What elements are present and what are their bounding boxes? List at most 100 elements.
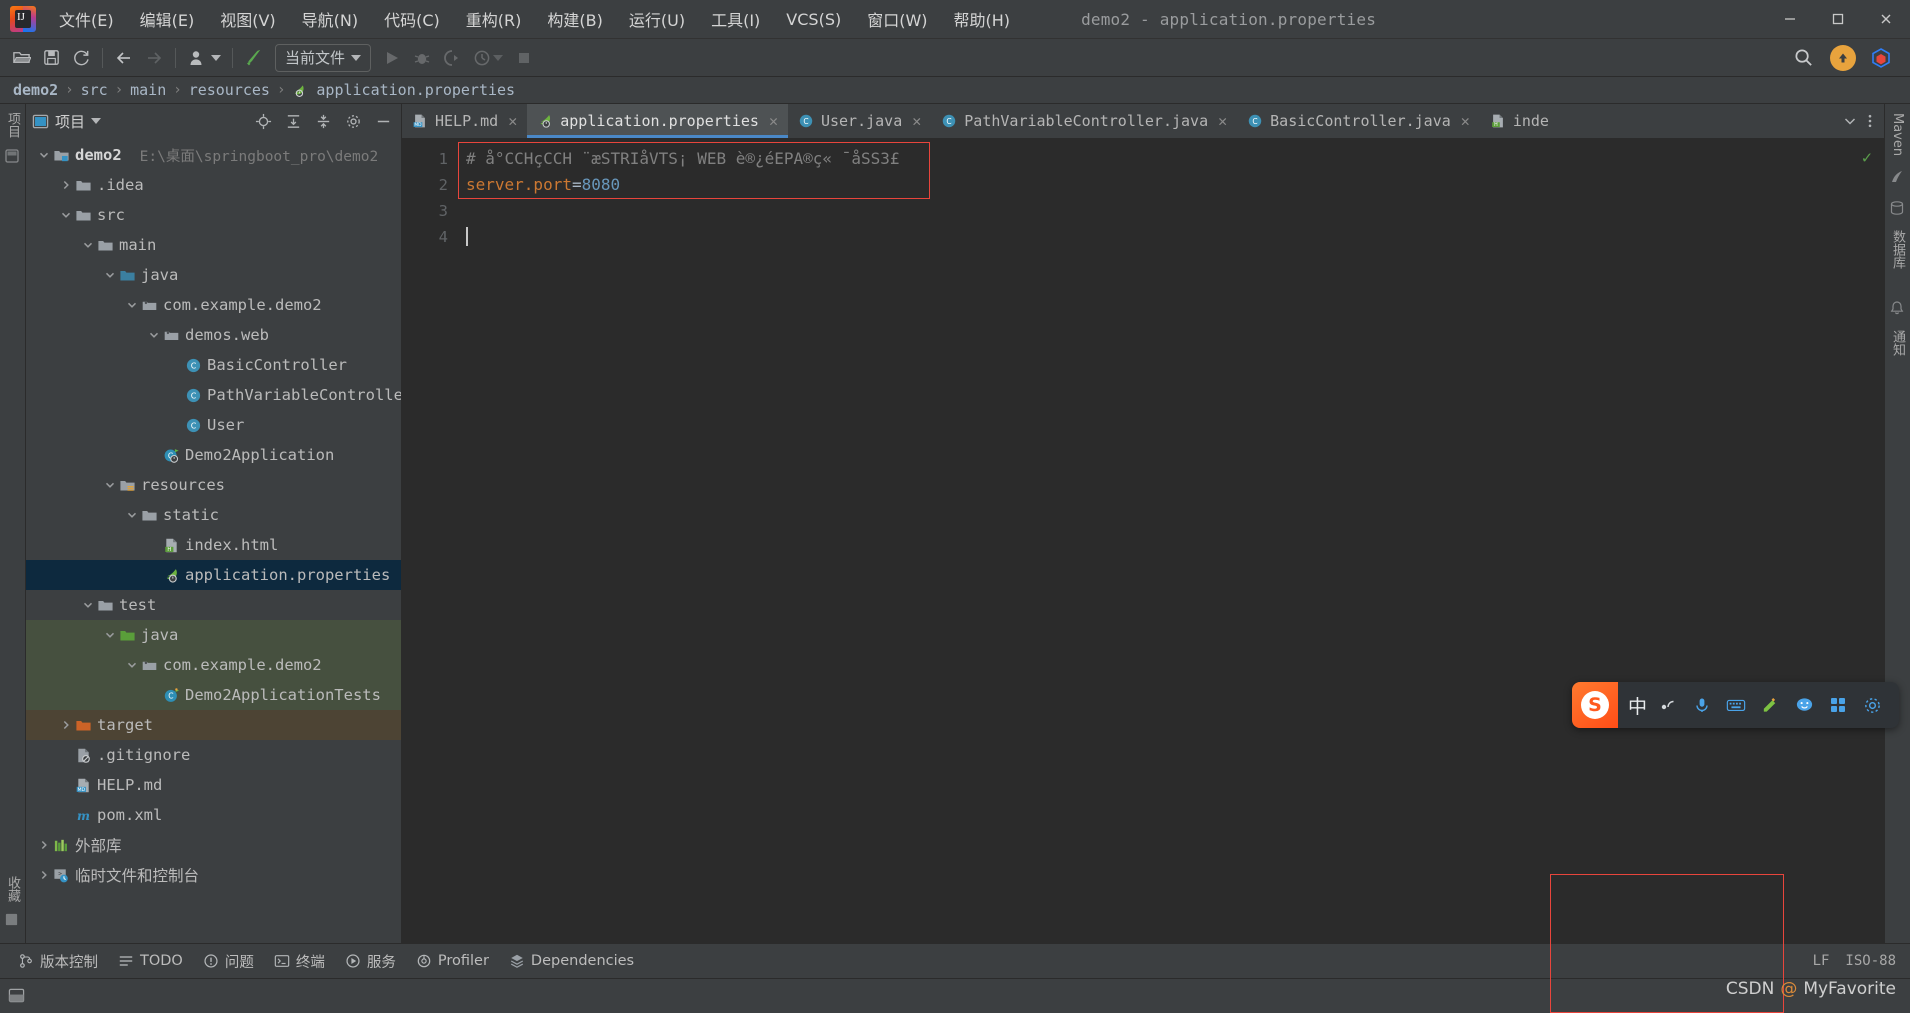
tree-row[interactable]: java [26, 620, 401, 650]
mic-icon[interactable] [1685, 685, 1719, 725]
tree-row[interactable]: C BasicController [26, 350, 401, 380]
commit-icon[interactable] [4, 912, 21, 929]
tree-row[interactable]: C Demo2Application [26, 440, 401, 470]
menu-help[interactable]: 帮助(H) [941, 3, 1024, 35]
user-dropdown-icon[interactable] [182, 44, 226, 72]
terminal-small-icon[interactable] [8, 987, 25, 1004]
sync-icon[interactable] [66, 44, 96, 72]
menu-code[interactable]: 代码(C) [371, 3, 453, 35]
tree-row[interactable]: Hindex.html [26, 530, 401, 560]
keyboard-icon[interactable] [1719, 685, 1753, 725]
close-icon[interactable]: ✕ [508, 112, 517, 130]
open-folder-icon[interactable] [6, 44, 36, 72]
chevron-down-icon[interactable] [91, 118, 102, 124]
menu-vcs[interactable]: VCS(S) [773, 6, 854, 33]
tree-row[interactable]: .gitignore [26, 740, 401, 770]
locate-icon[interactable] [251, 109, 275, 133]
expand-all-icon[interactable] [281, 109, 305, 133]
menu-build[interactable]: 构建(B) [534, 3, 615, 35]
maven-icon[interactable] [1889, 169, 1906, 186]
editor-tab[interactable]: C PathVariableController.java ✕ [931, 104, 1237, 138]
menu-file[interactable]: 文件(E) [46, 3, 127, 35]
close-icon[interactable]: ✕ [912, 112, 921, 130]
tree-row[interactable]: demos.web [26, 320, 401, 350]
chevron-right-icon[interactable] [58, 717, 74, 733]
tree-row[interactable]: target [26, 710, 401, 740]
profiler-run-icon[interactable] [467, 44, 509, 72]
tree-row[interactable]: 外部库 [26, 830, 401, 860]
code-area[interactable]: 1 2 3 4 # å°CCHçCCH ¨æSTRIåVTS¡ WEB è®¿é… [402, 138, 1884, 943]
chevron-down-icon[interactable] [124, 297, 140, 313]
menu-refactor[interactable]: 重构(R) [453, 3, 535, 35]
tree-row[interactable]: demo2 E:\桌面\springboot_pro\demo2 [26, 140, 401, 170]
tree-row[interactable]: static [26, 500, 401, 530]
editor-tab[interactable]: Hinde [1480, 104, 1559, 138]
menu-tools[interactable]: 工具(I) [698, 3, 773, 35]
chevron-right-icon[interactable] [36, 837, 52, 853]
minimize-button[interactable] [1766, 0, 1814, 38]
apps-icon[interactable] [1821, 685, 1855, 725]
editor-tab[interactable]: MD HELP.md ✕ [402, 104, 527, 138]
tree-row[interactable]: src [26, 200, 401, 230]
tree-row[interactable]: resources [26, 470, 401, 500]
more-options-icon[interactable] [1862, 113, 1878, 129]
close-button[interactable] [1862, 0, 1910, 38]
project-tree[interactable]: demo2 E:\桌面\springboot_pro\demo2 .idea src m… [26, 138, 401, 943]
voice-input-icon[interactable] [1651, 685, 1685, 725]
menu-navigate[interactable]: 导航(N) [289, 3, 371, 35]
close-icon[interactable]: ✕ [1461, 112, 1470, 130]
menu-window[interactable]: 窗口(W) [854, 3, 940, 35]
chevron-down-icon[interactable] [36, 147, 52, 163]
menu-edit[interactable]: 编辑(E) [127, 3, 208, 35]
ime-mode-label[interactable]: 中 [1624, 692, 1651, 719]
settings-gear-icon[interactable] [341, 109, 365, 133]
save-icon[interactable] [36, 44, 66, 72]
run-icon[interactable] [377, 44, 407, 72]
chevron-down-icon[interactable] [80, 237, 96, 253]
chevron-right-icon[interactable] [58, 177, 74, 193]
rail-label-notifications[interactable]: 通知 [1888, 325, 1907, 361]
tree-row[interactable]: com.example.demo2 [26, 290, 401, 320]
status-bar-item[interactable]: Dependencies [499, 949, 644, 973]
breadcrumb-item-src[interactable]: src [76, 80, 113, 100]
tree-row[interactable]: C User [26, 410, 401, 440]
status-bar-item[interactable]: 版本控制 [8, 947, 108, 976]
chevron-down-icon[interactable] [124, 657, 140, 673]
line-separator-indicator[interactable]: LF [1813, 953, 1830, 969]
chevron-down-icon[interactable] [1842, 113, 1858, 129]
settings-icon[interactable] [1855, 685, 1889, 725]
build-hammer-icon[interactable] [239, 44, 269, 72]
tree-row[interactable]: m pom.xml [26, 800, 401, 830]
tree-row[interactable]: >_ 临时文件和控制台 [26, 860, 401, 890]
run-coverage-icon[interactable] [437, 44, 467, 72]
editor-tab[interactable]: C BasicController.java ✕ [1237, 104, 1480, 138]
chevron-down-icon[interactable] [146, 327, 162, 343]
forward-arrow-icon[interactable] [139, 44, 169, 72]
status-bar-item[interactable]: Profiler [406, 949, 499, 973]
breadcrumb-item-project[interactable]: demo2 [8, 80, 63, 100]
breadcrumb-item-file[interactable]: application.properties [311, 80, 520, 100]
ime-floating-toolbar[interactable]: S 中 [1572, 682, 1900, 728]
run-configuration-selector[interactable]: 当前文件 [275, 43, 372, 72]
breadcrumb-item-main[interactable]: main [125, 80, 171, 100]
handwriting-icon[interactable] [1753, 685, 1787, 725]
tree-row[interactable]: com.example.demo2 [26, 650, 401, 680]
code-content[interactable]: # å°CCHçCCH ¨æSTRIåVTS¡ WEB è®¿éEPA®ç« ¯… [458, 138, 1884, 943]
editor-tabs[interactable]: MD HELP.md ✕ application.properties ✕ C User.j… [402, 104, 1884, 138]
rail-label-project[interactable]: 项目 [3, 108, 22, 142]
tree-row[interactable]: java [26, 260, 401, 290]
tree-row[interactable]: application.properties [26, 560, 401, 590]
inspection-ok-icon[interactable]: ✓ [1862, 148, 1872, 168]
menu-run[interactable]: 运行(U) [616, 3, 698, 35]
file-encoding-indicator[interactable]: ISO-88 [1845, 953, 1896, 969]
collapse-all-icon[interactable] [311, 109, 335, 133]
tree-row[interactable]: MD HELP.md [26, 770, 401, 800]
debug-icon[interactable] [407, 44, 437, 72]
tree-row[interactable]: .idea [26, 170, 401, 200]
chevron-down-icon[interactable] [102, 267, 118, 283]
back-arrow-icon[interactable] [109, 44, 139, 72]
tree-row[interactable]: C PathVariableController [26, 380, 401, 410]
editor-tab[interactable]: C User.java ✕ [788, 104, 931, 138]
status-bar-item[interactable]: TODO [108, 949, 193, 973]
tree-row[interactable]: C Demo2ApplicationTests [26, 680, 401, 710]
